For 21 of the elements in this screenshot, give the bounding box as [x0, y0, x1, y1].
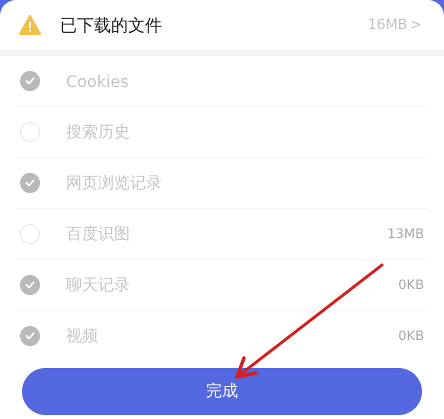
item-label: 百度识图: [66, 224, 131, 244]
checkbox[interactable]: [20, 275, 40, 295]
check-icon: [25, 281, 35, 289]
section-title: 已下载的文件: [60, 14, 163, 36]
size-label: 13MB: [387, 226, 424, 242]
size-label: 0KB: [398, 328, 424, 344]
size-label: 0KB: [398, 278, 424, 292]
checkbox[interactable]: [20, 173, 40, 193]
warning-icon: [19, 15, 41, 35]
done-button[interactable]: 完成: [22, 368, 422, 415]
item-label: 视频: [66, 326, 99, 346]
item-label: 搜索历史: [66, 122, 131, 142]
checkbox[interactable]: [20, 326, 40, 346]
item-label: Cookies: [66, 72, 130, 90]
check-icon: [25, 77, 35, 85]
check-icon: [25, 332, 35, 340]
item-label: 聊天记录: [66, 274, 131, 296]
checkbox[interactable]: [20, 71, 40, 91]
item-label: 网页浏览记录: [66, 172, 163, 194]
size-label: 16MB: [368, 17, 408, 33]
check-icon: [25, 179, 35, 187]
